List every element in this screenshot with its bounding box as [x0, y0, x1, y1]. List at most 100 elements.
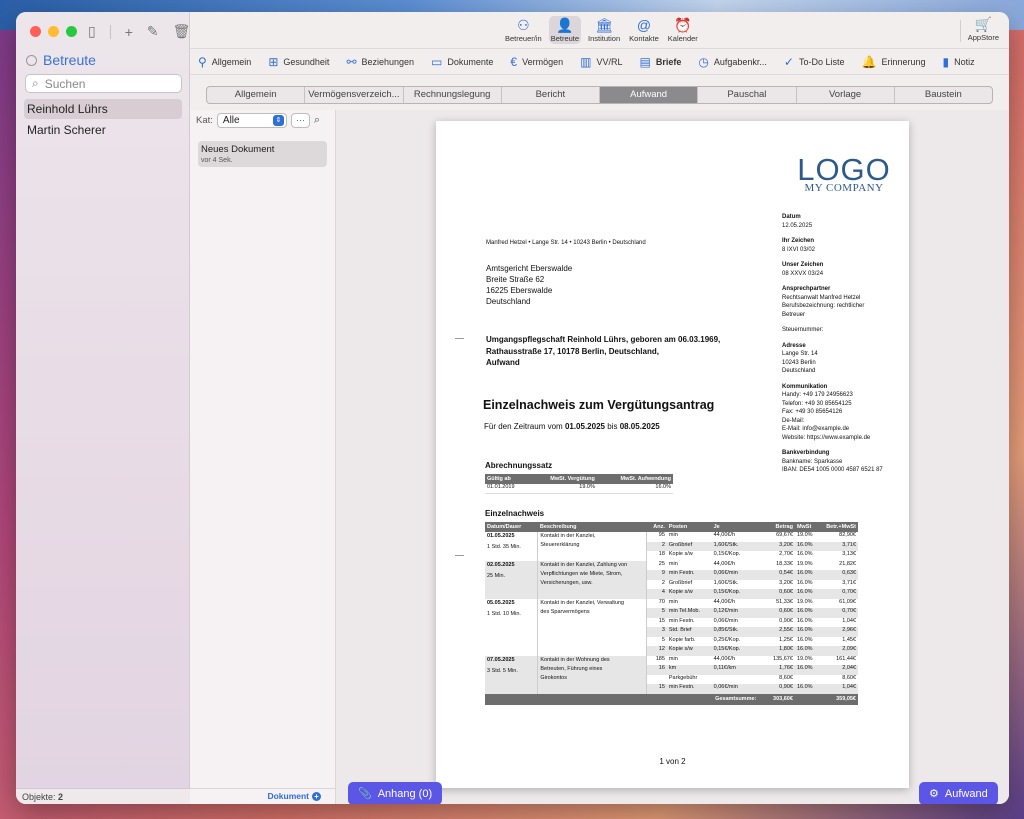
- table-cell: 16: [646, 665, 667, 675]
- sidebar-toolbar: ▯ + ✎ 🗑: [88, 23, 190, 40]
- table-cell: Parkgebühr: [668, 674, 698, 681]
- subject-line: Rathausstraße 17, 10178 Berlin, Deutschl…: [486, 346, 659, 356]
- category-select[interactable]: Alle ⇕: [216, 113, 287, 128]
- trash-icon[interactable]: 🗑: [173, 23, 191, 40]
- attachment-button[interactable]: 📎 Anhang (0): [348, 782, 443, 804]
- zoom-window-button[interactable]: [66, 26, 77, 37]
- segment-aufwand[interactable]: Aufwand: [600, 87, 699, 103]
- person-outline-icon: ⚲: [198, 55, 207, 69]
- table-cell: 82,90€: [839, 532, 856, 538]
- note-icon: ▮: [942, 55, 950, 69]
- document-title: Neues Dokument: [201, 144, 275, 155]
- category-value: Alle: [222, 115, 240, 126]
- info-value: IBAN: DE54 1005 0000 4587 6521 87: [782, 467, 883, 473]
- table-cell: 15: [658, 617, 665, 624]
- table-cell: 19.0%: [796, 560, 813, 567]
- minimize-window-button[interactable]: [48, 26, 59, 37]
- table-cell: 1,45€: [842, 636, 856, 643]
- list-item[interactable]: Reinhold Lührs: [24, 99, 182, 119]
- table-cell: 1,04€: [842, 617, 856, 624]
- period-to: 08.05.2025: [619, 422, 660, 431]
- table-cell: min: [668, 560, 678, 567]
- table-cell: 161,44€: [836, 655, 856, 662]
- table-cell: 51,33€: [776, 598, 793, 605]
- segment-rechnungslegung[interactable]: Rechnungslegung: [404, 87, 502, 103]
- add-icon[interactable]: +: [125, 24, 133, 40]
- nav-item-dokumente[interactable]: ▭ Dokumente: [431, 55, 493, 69]
- address-line: Breite Straße 62: [486, 275, 545, 284]
- toolbar-label: Betreute: [550, 34, 580, 43]
- add-document-button[interactable]: Dokument +: [190, 788, 335, 804]
- address-line: Deutschland: [486, 297, 531, 306]
- search-icon[interactable]: ⌕: [314, 114, 320, 127]
- checkmark-circle-icon: ✓: [783, 55, 794, 69]
- table-header: Betr.+MwSt: [815, 522, 858, 532]
- toolbar-button-institution[interactable]: 🏛 Institution: [586, 16, 622, 44]
- sidebar-toggle-icon[interactable]: ▯: [88, 23, 96, 40]
- table-cell: [485, 693, 712, 705]
- date-value: 01.05.2025: [487, 533, 515, 539]
- nav-item-beziehungen[interactable]: ⚯ Beziehungen: [346, 55, 414, 69]
- edit-pencil-icon[interactable]: ✎: [147, 23, 159, 40]
- table-cell: 1,04€: [815, 684, 858, 694]
- nav-item-briefe[interactable]: ▤ Briefe: [640, 55, 682, 69]
- toolbar-button-appstore[interactable]: 🛒 AppStore: [968, 16, 999, 42]
- list-item[interactable]: Martin Scherer: [24, 120, 182, 140]
- table-cell: 135,67€: [773, 655, 793, 662]
- segment-bericht[interactable]: Bericht: [502, 87, 600, 103]
- info-label: Adresse: [782, 342, 806, 349]
- info-value: De-Mail:: [782, 417, 805, 424]
- toolbar-button-betreute[interactable]: 👤 Betreute: [548, 16, 582, 44]
- sidebar: ▯ + ✎ 🗑 Betreute ⌕ Suchen Reinhold Lührs…: [16, 12, 190, 804]
- search-field[interactable]: ⌕ Suchen: [25, 74, 182, 93]
- main-area: ⚇ Betreuer/in 👤 Betreute 🏛 Institution @…: [190, 12, 1009, 804]
- table-cell: 0,70€: [815, 589, 858, 599]
- rate-heading: Abrechnungssatz: [485, 461, 553, 470]
- description-cell: Kontakt in der Kanzlei, Verwaltung des Sp…: [537, 598, 648, 656]
- nav-label: Vermögen: [522, 57, 564, 67]
- nav-item-allgemein[interactable]: ⚲ Allgemein: [198, 55, 251, 69]
- table-cell: 0,15€/Kop.: [713, 551, 741, 557]
- fold-mark: [455, 338, 464, 339]
- table-cell: 19.0%: [796, 532, 813, 538]
- search-placeholder: Suchen: [44, 76, 86, 91]
- table-cell: 16.0%: [796, 636, 813, 643]
- cart-icon: 🛒: [974, 16, 993, 32]
- aufwand-button[interactable]: ⚙ Aufwand: [919, 782, 998, 804]
- nav-item-vvrl[interactable]: ▥ VV/RL: [580, 55, 622, 69]
- toolbar-label: Kontakte: [629, 34, 659, 43]
- person-tree-icon: ⚇: [517, 17, 530, 33]
- nav-item-todo[interactable]: ✓ To-Do Liste: [784, 55, 845, 69]
- duration-value: 1 Std. 10 Min.: [487, 610, 521, 617]
- table-row: 05.05.2025 1 Std. 10 Min. Kontakt in der K…: [485, 598, 858, 656]
- nav-item-aufgabenkreise[interactable]: ◷ Aufgabenkr...: [698, 55, 767, 69]
- segment-vorlage[interactable]: Vorlage: [797, 87, 895, 103]
- table-cell: Std. Brief: [666, 627, 712, 637]
- table-cell: 44,00€/h: [713, 560, 736, 567]
- segment-pauschal[interactable]: Pauschal: [698, 87, 797, 103]
- close-window-button[interactable]: [30, 26, 41, 37]
- nav-item-vermoegen[interactable]: € Vermögen: [510, 55, 563, 69]
- table-cell: 16.0%: [794, 627, 816, 637]
- table-cell: 15: [646, 684, 667, 694]
- segment-baustein[interactable]: Baustein: [895, 87, 992, 103]
- date-value: 07.05.2025: [487, 656, 515, 663]
- table-cell: 1,25€: [779, 636, 793, 643]
- toolbar-button-kontakte[interactable]: @ Kontakte: [627, 16, 661, 44]
- segment-vermoegensverzeichnis[interactable]: Vermögensverzeich...: [305, 87, 404, 103]
- objects-count: 2: [58, 792, 64, 802]
- nav-item-notiz[interactable]: ▮ Notiz: [942, 55, 974, 69]
- toolbar-label: Betreuer/in: [505, 34, 542, 43]
- toolbar-button-kalender[interactable]: ⏰ Kalender: [666, 16, 700, 44]
- building-icon: 🏛: [595, 17, 613, 33]
- duration-value: 3 Std. 5 Min.: [487, 667, 518, 674]
- nav-item-gesundheit[interactable]: ⊞ Gesundheit: [268, 55, 329, 69]
- segment-allgemein[interactable]: Allgemein: [207, 87, 306, 103]
- bars-icon: ▥: [580, 55, 592, 69]
- more-options-button[interactable]: ···: [290, 113, 310, 128]
- nav-item-erinnerung[interactable]: 🔔 Erinnerung: [861, 55, 925, 69]
- folder-icon: ▭: [431, 55, 443, 69]
- document-card[interactable]: Neues Dokument vor 4 Sek.: [198, 141, 327, 167]
- toolbar-button-betreuer[interactable]: ⚇ Betreuer/in: [503, 16, 544, 44]
- table-cell: 0,15€/Kop.: [711, 646, 759, 656]
